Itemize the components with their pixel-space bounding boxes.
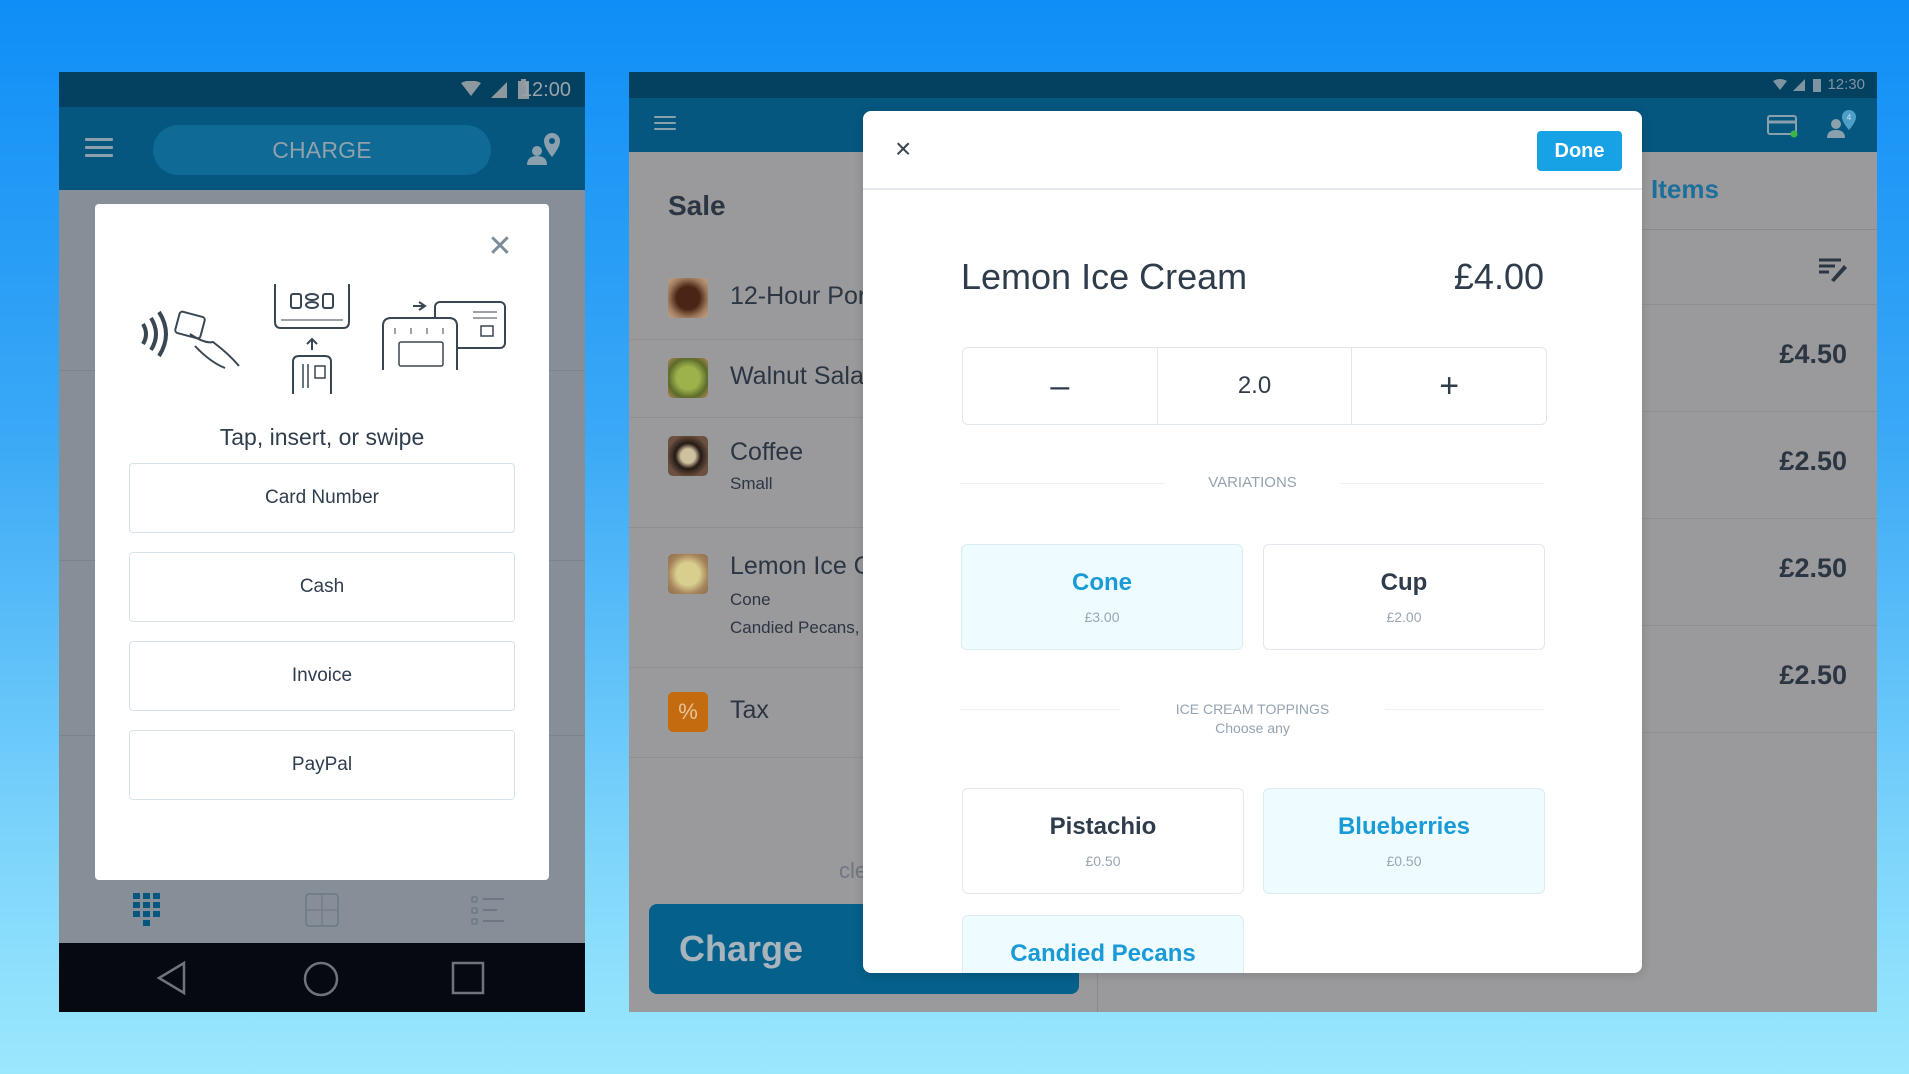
bottom-tab-bar xyxy=(59,880,585,943)
card-swipe-icon xyxy=(382,301,506,370)
hamburger-menu-icon[interactable] xyxy=(654,116,676,132)
keypad-icon[interactable] xyxy=(133,893,161,931)
paypal-button[interactable]: PayPal xyxy=(129,730,515,800)
option-price: £0.50 xyxy=(1085,853,1121,869)
done-button[interactable]: Done xyxy=(1537,131,1622,171)
android-nav-bar xyxy=(59,943,585,1012)
variations-label: VARIATIONS xyxy=(1208,474,1297,491)
signal-icon xyxy=(491,82,507,98)
variation-option-cone[interactable]: Cone £3.00 xyxy=(961,544,1243,650)
signal-icon xyxy=(1793,79,1805,91)
item-price: £2.50 xyxy=(1779,553,1847,583)
option-name: Cup xyxy=(1380,569,1428,596)
item-thumbnail xyxy=(668,436,708,476)
tab-items[interactable]: Items xyxy=(1651,174,1719,205)
item-modifier: Cone xyxy=(730,590,771,609)
topping-option-candied-pecans[interactable]: Candied Pecans xyxy=(962,915,1244,973)
divider xyxy=(960,709,1120,710)
option-name: Blueberries xyxy=(1337,813,1471,840)
list-icon[interactable] xyxy=(471,896,505,926)
option-price: £2.00 xyxy=(1386,609,1422,625)
card-number-button[interactable]: Card Number xyxy=(129,463,515,533)
divider xyxy=(1340,483,1545,484)
recents-icon[interactable] xyxy=(451,961,485,995)
customer-badge: 4 xyxy=(1847,113,1852,122)
item-price: £4.50 xyxy=(1779,339,1847,369)
item-price: £2.50 xyxy=(1779,446,1847,476)
divider xyxy=(1385,709,1545,710)
edit-list-icon[interactable] xyxy=(1817,256,1847,282)
item-price: £2.50 xyxy=(1779,660,1847,690)
customer-location-icon[interactable] xyxy=(525,131,563,167)
item-thumbnail xyxy=(668,554,708,594)
topping-option-blueberries[interactable]: Blueberries £0.50 xyxy=(1263,788,1545,894)
decrement-button[interactable]: – xyxy=(963,348,1157,424)
close-icon[interactable]: × xyxy=(895,135,919,163)
item-name: 12-Hour Por xyxy=(730,282,867,310)
increment-button[interactable]: + xyxy=(1351,348,1546,424)
item-price: £4.00 xyxy=(1453,256,1544,297)
item-name: Lemon Ice C xyxy=(730,552,872,580)
option-price: £0.50 xyxy=(1386,853,1422,869)
app-bar: CHARGE xyxy=(59,107,585,190)
sale-title: Sale xyxy=(668,190,726,221)
payment-prompt: Tap, insert, or swipe xyxy=(219,424,425,450)
topping-option-pistachio[interactable]: Pistachio £0.50 xyxy=(962,788,1244,894)
home-icon[interactable] xyxy=(303,961,339,997)
wifi-icon xyxy=(461,81,481,96)
variation-option-cup[interactable]: Cup £2.00 xyxy=(1263,544,1545,650)
tax-icon: % xyxy=(668,692,708,732)
toppings-sublabel: Choose any xyxy=(1215,720,1290,736)
status-time: 12:30 xyxy=(1827,76,1865,93)
customer-icon[interactable]: 4 xyxy=(1825,108,1857,140)
charge-button[interactable]: CHARGE xyxy=(153,125,491,175)
option-price: £3.00 xyxy=(1084,609,1120,625)
divider xyxy=(960,483,1165,484)
invoice-button[interactable]: Invoice xyxy=(129,641,515,711)
payment-method-modal: ✕ Tap, insert, or swipe Card Number Cash… xyxy=(95,204,549,880)
item-name: Coffee xyxy=(730,438,804,466)
modal-header: × Done xyxy=(863,111,1642,190)
item-thumbnail xyxy=(668,278,708,318)
card-reader-icon[interactable] xyxy=(1767,114,1799,138)
battery-icon xyxy=(1813,79,1821,92)
item-detail-modal: × Done Lemon Ice Cream £4.00 – 2.0 + VAR… xyxy=(863,111,1642,973)
item-modifier: Candied Pecans, xyxy=(730,618,860,637)
cash-button[interactable]: Cash xyxy=(129,552,515,622)
contactless-tap-icon xyxy=(141,310,240,369)
variations-header: VARIATIONS xyxy=(960,474,1545,491)
item-thumbnail xyxy=(668,358,708,398)
option-name: Pistachio xyxy=(1049,813,1157,840)
status-bar: 12:00 xyxy=(59,72,585,107)
payment-illustration xyxy=(141,284,506,394)
status-bar: 12:30 xyxy=(629,72,1877,98)
chip-insert-icon xyxy=(274,284,350,394)
option-name: Cone xyxy=(1072,569,1132,596)
option-name: Candied Pecans xyxy=(1010,940,1196,967)
toppings-header: ICE CREAM TOPPINGS Choose any xyxy=(960,700,1545,738)
quantity-value[interactable]: 2.0 xyxy=(1156,348,1352,424)
wifi-icon xyxy=(1773,79,1787,90)
item-modifier: Small xyxy=(730,474,773,493)
back-icon[interactable] xyxy=(156,961,186,995)
quantity-stepper: – 2.0 + xyxy=(962,347,1547,425)
hamburger-menu-icon[interactable] xyxy=(85,138,113,158)
tax-label: Tax xyxy=(730,696,769,724)
status-time: 12:00 xyxy=(520,79,571,101)
item-title: Lemon Ice Cream xyxy=(961,256,1248,297)
close-icon[interactable]: ✕ xyxy=(487,232,513,262)
item-name: Walnut Sala xyxy=(730,362,864,390)
calculator-icon[interactable] xyxy=(305,893,339,927)
phone-screen: 12:00 CHARGE ✕ Tap, insert, or swipe Car… xyxy=(59,72,585,1012)
